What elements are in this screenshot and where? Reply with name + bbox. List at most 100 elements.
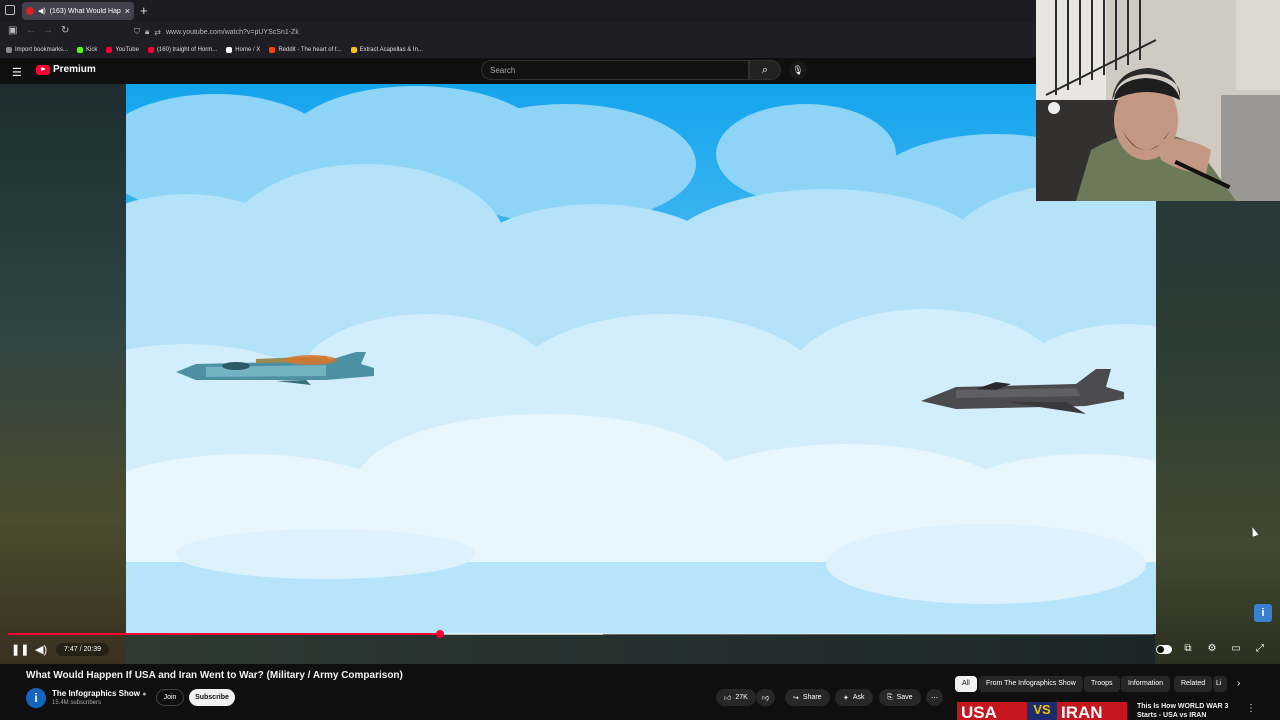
- chevron-right-icon[interactable]: ›: [1237, 678, 1240, 689]
- bookmark-item[interactable]: Reddit - The heart of t...: [269, 46, 342, 53]
- time-display: 7:47 / 20:39: [56, 643, 109, 656]
- save-button[interactable]: ⎘ Save: [879, 689, 921, 706]
- bookmark-favicon-icon: [226, 46, 233, 53]
- info-icon[interactable]: i: [1254, 604, 1272, 622]
- tab-title: (163) What Would Happen: [49, 7, 121, 15]
- bookmark-favicon-icon: [106, 46, 113, 53]
- bookmark-item[interactable]: Extract Acapellas & In...: [350, 46, 423, 53]
- pause-icon[interactable]: ❚❚: [11, 643, 29, 656]
- bookmark-item[interactable]: Kick: [77, 46, 98, 53]
- search-input[interactable]: Search: [481, 60, 749, 80]
- like-button[interactable]: 👍︎ 27K: [716, 689, 756, 706]
- chip-related[interactable]: Related: [1174, 676, 1213, 692]
- sidebar-toggle-icon[interactable]: ▣: [8, 25, 17, 36]
- player-controls: [0, 630, 1280, 664]
- hamburger-icon[interactable]: ☰: [12, 66, 22, 79]
- chip-from-the-infographics-show[interactable]: From The Infographics Show: [979, 676, 1083, 692]
- channel-name-text[interactable]: The Infographics Show: [52, 689, 140, 698]
- thumbs-up-icon: 👍︎: [724, 695, 732, 702]
- bookmarks-bar: Import bookmarks... Kick YouTube (160) trai…: [0, 42, 1036, 57]
- thumbs-down-icon: 👎︎: [762, 695, 770, 702]
- save-label: Save: [896, 694, 913, 701]
- bookmark-label: YouTube: [115, 46, 139, 53]
- verified-icon: ●: [142, 691, 147, 698]
- video-title: What Would Happen If USA and Iran Went t…: [26, 670, 403, 681]
- address-bar[interactable]: ⛉ 🔒︎ ⇄ www.youtube.com/watch?v=pUYScSn1-…: [134, 25, 494, 39]
- close-tab-icon[interactable]: ×: [125, 6, 130, 16]
- bookmark-item[interactable]: Home / X: [226, 46, 261, 53]
- webcam-overlay: [1036, 0, 1280, 201]
- like-count: 27K: [735, 694, 748, 701]
- video-frame[interactable]: [126, 84, 1156, 634]
- permissions-icon[interactable]: ⇄: [154, 28, 161, 37]
- bookmark-favicon-icon: [269, 46, 276, 53]
- bookmark-label: (160) traight of Horm...: [156, 46, 218, 53]
- bookmark-favicon-icon: [147, 46, 154, 53]
- recommended-thumbnail[interactable]: USA VS IRAN: [957, 702, 1127, 720]
- miniplayer-icon[interactable]: ▭: [1229, 643, 1243, 655]
- streamer-cam: [1036, 0, 1280, 201]
- recommended-title[interactable]: This Is How WORLD WAR 3 Starts - USA vs …: [1137, 702, 1247, 720]
- progress-played: [8, 633, 440, 635]
- bookmark-favicon-icon: [6, 46, 12, 53]
- bookmark-label: Kick: [86, 46, 98, 53]
- progress-scrubber[interactable]: [436, 630, 444, 638]
- captions-icon[interactable]: ⧉: [1181, 643, 1195, 655]
- bookmark-item[interactable]: YouTube: [106, 46, 139, 53]
- bookmark-favicon-icon: [350, 46, 357, 53]
- subscriber-count: 15.4M subscribers: [52, 700, 102, 706]
- subscribe-button[interactable]: Subscribe: [189, 689, 235, 706]
- chip-information[interactable]: Information: [1121, 676, 1171, 692]
- bookmark-item[interactable]: Import bookmarks...: [6, 46, 69, 53]
- ask-button[interactable]: ✦ Ask: [835, 689, 873, 706]
- channel-avatar[interactable]: i: [26, 688, 46, 708]
- chip-troops[interactable]: Troops: [1084, 676, 1120, 692]
- fullscreen-icon[interactable]: ⤢: [1253, 643, 1267, 655]
- search-icon[interactable]: ⌕: [749, 60, 781, 80]
- channel-name[interactable]: The Infographics Show ●: [52, 689, 146, 698]
- mic-icon[interactable]: 🎙︎: [789, 61, 807, 79]
- autoplay-toggle[interactable]: [1156, 645, 1172, 654]
- shield-icon[interactable]: ⛉: [134, 27, 140, 37]
- url-text[interactable]: www.youtube.com/watch?v=pUYScSn1-Zk: [166, 29, 299, 36]
- bookmark-label: Extract Acapellas & In...: [359, 46, 423, 53]
- back-icon[interactable]: ←: [26, 25, 36, 36]
- ask-label: Ask: [852, 694, 865, 701]
- ambient-left: [0, 84, 126, 664]
- youtube-premium-logo[interactable]: Premium: [36, 64, 96, 75]
- youtube-favicon-icon: [26, 7, 34, 15]
- bookmark-favicon-icon: [77, 46, 84, 53]
- more-actions-button[interactable]: ⋯: [926, 689, 943, 706]
- bookmark-label: Home / X: [235, 46, 261, 53]
- share-button[interactable]: ↪ Share: [785, 689, 830, 706]
- tab-bar: ◀) (163) What Would Happen × +: [0, 0, 1036, 22]
- audio-playing-icon[interactable]: ◀): [38, 7, 46, 15]
- lock-icon[interactable]: 🔒︎: [145, 27, 149, 37]
- logo-text: Premium: [53, 64, 96, 75]
- video-scene: [126, 84, 1156, 634]
- bookmark-item[interactable]: (160) traight of Horm...: [147, 46, 218, 53]
- chip-all[interactable]: All: [955, 676, 977, 692]
- more-vertical-icon[interactable]: ⋮: [1246, 703, 1256, 714]
- thumb-text-usa: USA: [961, 703, 997, 720]
- reload-icon[interactable]: ↻: [61, 25, 69, 36]
- new-tab-icon[interactable]: +: [140, 3, 148, 18]
- settings-icon[interactable]: ⚙: [1205, 643, 1219, 655]
- join-button[interactable]: Join: [156, 689, 184, 706]
- bookmark-label: Import bookmarks...: [15, 46, 69, 53]
- share-label: Share: [802, 694, 822, 701]
- tab-list-icon[interactable]: [5, 5, 15, 15]
- bookmark-icon: ⎘: [887, 693, 893, 701]
- tab-active[interactable]: ◀) (163) What Would Happen ×: [22, 2, 134, 20]
- youtube-logo-icon: [36, 64, 50, 75]
- bookmark-label: Reddit - The heart of t...: [278, 46, 342, 53]
- forward-icon[interactable]: →: [43, 25, 53, 36]
- sparkle-icon: ✦: [843, 694, 849, 702]
- dislike-button[interactable]: 👎︎: [756, 689, 776, 706]
- search-placeholder: Search: [490, 66, 516, 75]
- share-icon: ↪: [793, 694, 799, 702]
- chip-li[interactable]: Li: [1213, 676, 1227, 692]
- volume-icon[interactable]: ◀): [35, 643, 47, 656]
- thumb-text-iran: IRAN: [1061, 703, 1103, 720]
- thumb-text-vs: VS: [1027, 702, 1057, 720]
